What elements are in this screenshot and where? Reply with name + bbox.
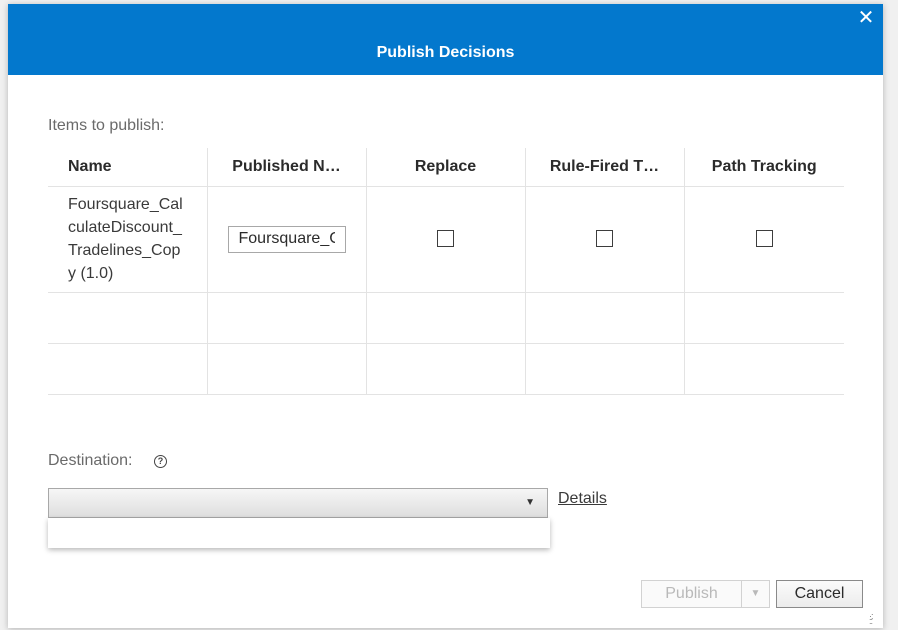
- publish-menu-chevron-icon[interactable]: ▼: [742, 581, 769, 607]
- column-header-name[interactable]: Name: [48, 148, 207, 187]
- empty-cell: [48, 343, 207, 395]
- cell-name: Foursquare_CalculateDiscount_Tradelines_…: [48, 186, 207, 293]
- dialog-header: Publish Decisions ✕: [8, 4, 883, 75]
- rule-fired-tracking-checkbox[interactable]: [596, 230, 613, 248]
- empty-cell: [524, 292, 684, 344]
- column-header-replace[interactable]: Replace: [365, 148, 525, 187]
- question-circle-icon[interactable]: ?: [154, 455, 167, 468]
- table-header-row: Name Published N… Replace Rule-Fired T… …: [48, 148, 844, 187]
- empty-cell: [206, 292, 366, 344]
- item-name-text: Foursquare_CalculateDiscount_Tradelines_…: [68, 196, 183, 282]
- cell-published-name: [206, 186, 366, 293]
- empty-cell: [48, 292, 207, 344]
- items-to-publish-label: Items to publish:: [48, 117, 165, 134]
- publish-decisions-dialog: Publish Decisions ✕ Items to publish: Na…: [8, 4, 883, 628]
- destination-dropdown-list[interactable]: [48, 518, 550, 548]
- column-header-published-name[interactable]: Published N…: [206, 148, 366, 187]
- destination-select[interactable]: ▼: [48, 488, 548, 518]
- table-row: Foursquare_CalculateDiscount_Tradelines_…: [48, 186, 844, 293]
- destination-label: Destination:: [48, 452, 133, 469]
- resize-grip-icon[interactable]: ·:::: [869, 612, 879, 626]
- cell-path-tracking: [683, 186, 844, 293]
- replace-checkbox[interactable]: [437, 230, 454, 248]
- dialog-title: Publish Decisions: [376, 44, 515, 61]
- empty-cell: [524, 343, 684, 395]
- close-icon[interactable]: ✕: [857, 8, 875, 28]
- table-row-empty: [48, 292, 844, 344]
- items-table: Name Published N… Replace Rule-Fired T… …: [48, 148, 844, 395]
- publish-button[interactable]: Publish: [642, 581, 741, 607]
- empty-cell: [365, 292, 525, 344]
- cell-rule-fired-tracking: [524, 186, 684, 293]
- empty-cell: [683, 292, 844, 344]
- path-tracking-checkbox[interactable]: [755, 230, 773, 248]
- chevron-down-icon[interactable]: ▼: [525, 497, 535, 508]
- cancel-button[interactable]: Cancel: [776, 580, 863, 608]
- empty-cell: [683, 343, 844, 395]
- column-header-rule-fired-tracking[interactable]: Rule-Fired T…: [524, 148, 684, 187]
- table-row-empty: [48, 343, 844, 395]
- cell-replace: [365, 186, 525, 293]
- column-header-path-tracking[interactable]: Path Tracking: [683, 148, 844, 187]
- published-name-input[interactable]: [227, 225, 346, 253]
- details-link[interactable]: Details: [558, 490, 607, 508]
- empty-cell: [206, 343, 366, 395]
- publish-split-button: Publish ▼: [641, 580, 770, 608]
- empty-cell: [365, 343, 525, 395]
